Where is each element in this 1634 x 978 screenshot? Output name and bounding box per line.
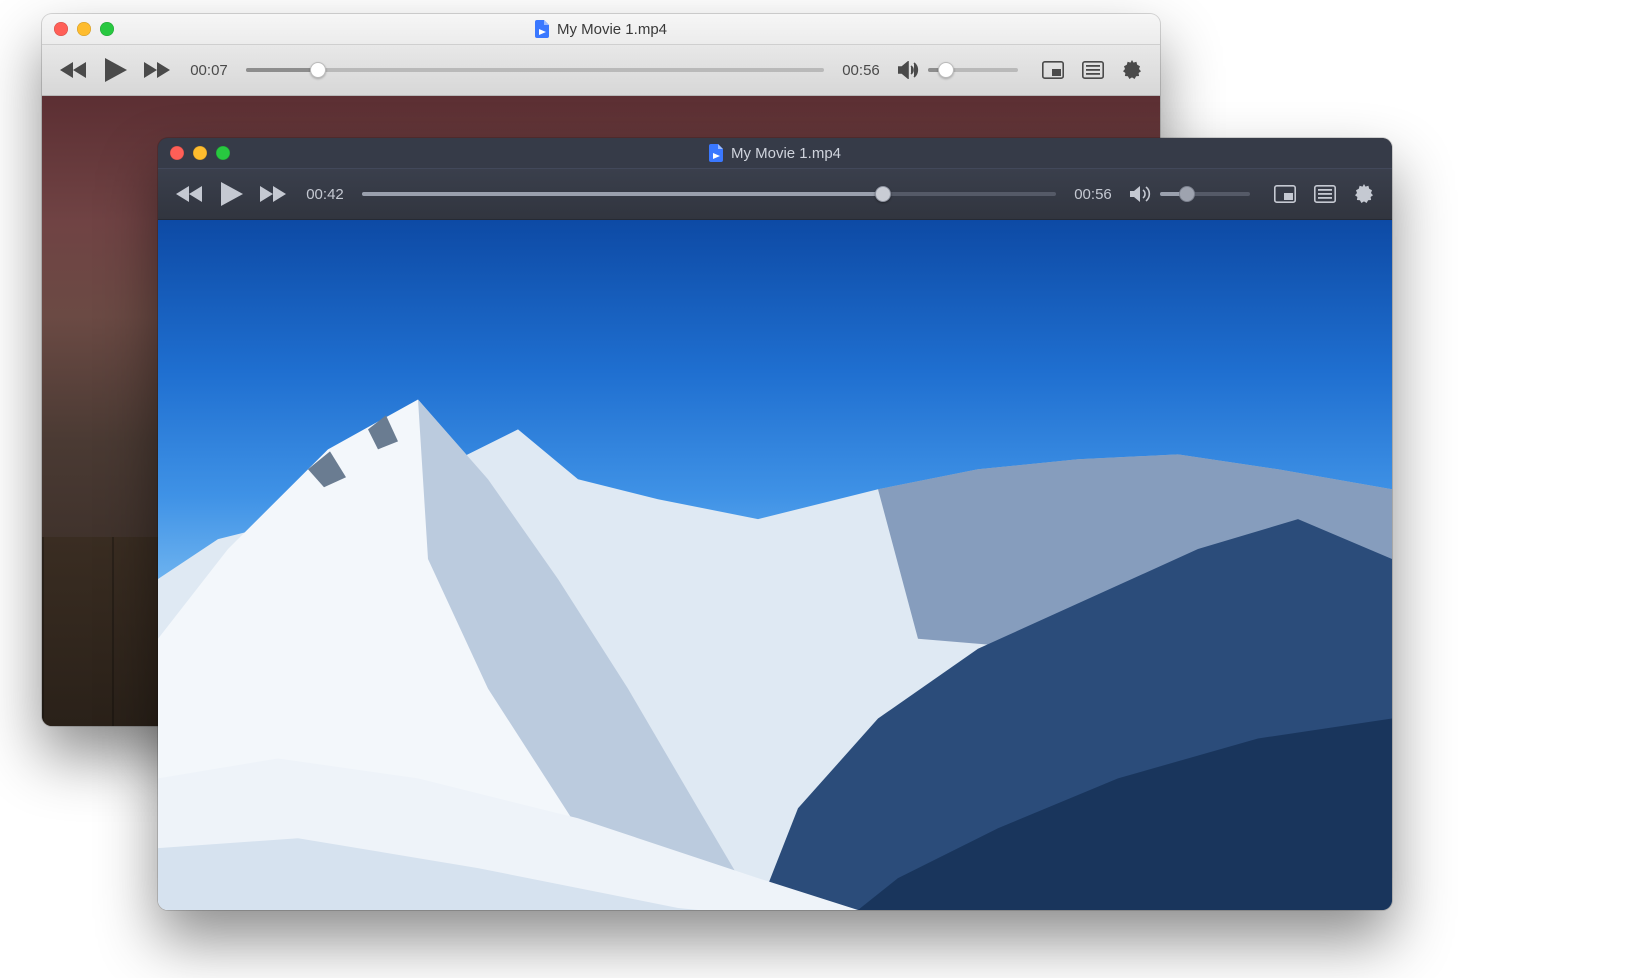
volume-icon[interactable] <box>1130 185 1152 203</box>
titlebar[interactable]: My Movie 1.mp4 <box>42 14 1160 44</box>
rewind-button[interactable] <box>176 184 204 204</box>
settings-button[interactable] <box>1122 60 1142 80</box>
volume-slider[interactable] <box>928 68 1018 72</box>
zoom-button[interactable] <box>100 22 114 36</box>
window-title-text: My Movie 1.mp4 <box>557 21 667 38</box>
total-time: 00:56 <box>838 62 884 79</box>
volume-knob[interactable] <box>1179 186 1195 202</box>
rewind-button[interactable] <box>60 60 88 80</box>
volume-control <box>898 61 1018 79</box>
video-viewport[interactable] <box>158 220 1392 910</box>
minimize-button[interactable] <box>77 22 91 36</box>
toolbar-extras <box>1042 60 1142 80</box>
fast-forward-button[interactable] <box>260 184 288 204</box>
elapsed-time: 00:42 <box>302 186 348 203</box>
play-button[interactable] <box>220 181 244 207</box>
picture-in-picture-button[interactable] <box>1042 61 1064 79</box>
window-title-text: My Movie 1.mp4 <box>731 145 841 162</box>
play-button[interactable] <box>104 57 128 83</box>
picture-in-picture-button[interactable] <box>1274 185 1296 203</box>
close-button[interactable] <box>170 146 184 160</box>
traffic-lights <box>54 22 114 36</box>
video-player-window-dark: My Movie 1.mp4 00:42 00:56 <box>158 138 1392 910</box>
zoom-button[interactable] <box>216 146 230 160</box>
progress-knob[interactable] <box>875 186 891 202</box>
playlist-button[interactable] <box>1082 61 1104 79</box>
window-title: My Movie 1.mp4 <box>535 20 667 38</box>
player-toolbar: 00:42 00:56 <box>158 168 1392 220</box>
progress-knob[interactable] <box>310 62 326 78</box>
playback-controls <box>60 57 172 83</box>
progress-slider[interactable] <box>246 68 824 72</box>
playback-controls <box>176 181 288 207</box>
playlist-button[interactable] <box>1314 185 1336 203</box>
volume-control <box>1130 185 1250 203</box>
video-document-icon <box>535 20 549 38</box>
window-title: My Movie 1.mp4 <box>709 144 841 162</box>
traffic-lights <box>170 146 230 160</box>
fast-forward-button[interactable] <box>144 60 172 80</box>
total-time: 00:56 <box>1070 186 1116 203</box>
volume-knob[interactable] <box>938 62 954 78</box>
video-frame-mountains <box>158 220 1392 910</box>
volume-icon[interactable] <box>898 61 920 79</box>
elapsed-time: 00:07 <box>186 62 232 79</box>
player-toolbar: 00:07 00:56 <box>42 44 1160 96</box>
minimize-button[interactable] <box>193 146 207 160</box>
titlebar[interactable]: My Movie 1.mp4 <box>158 138 1392 168</box>
volume-slider[interactable] <box>1160 192 1250 196</box>
progress-slider[interactable] <box>362 192 1056 196</box>
settings-button[interactable] <box>1354 184 1374 204</box>
video-document-icon <box>709 144 723 162</box>
close-button[interactable] <box>54 22 68 36</box>
toolbar-extras <box>1274 184 1374 204</box>
